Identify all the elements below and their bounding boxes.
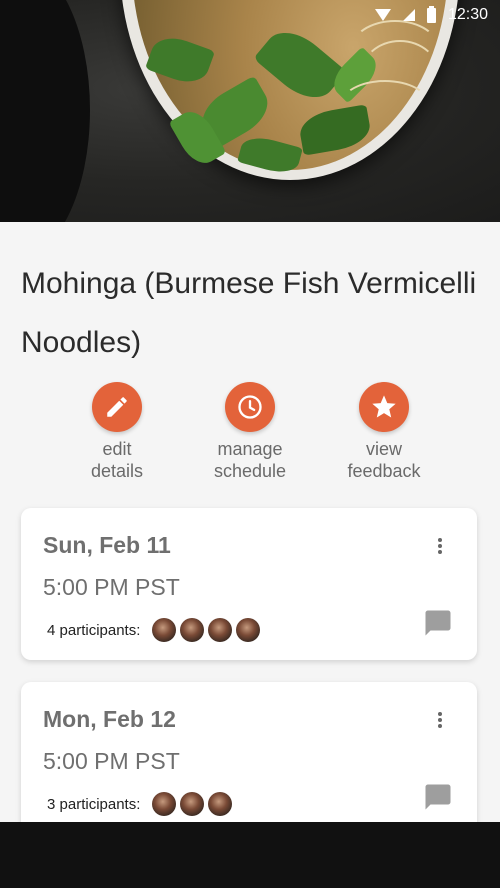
participant-avatars bbox=[152, 792, 233, 816]
hero-image bbox=[0, 0, 500, 222]
avatar bbox=[208, 618, 233, 642]
session-day: Mon, Feb 12 bbox=[43, 706, 176, 732]
action-label: edit details bbox=[90, 439, 144, 481]
recipe-title: Mohinga (Burmese Fish Vermicelli Noodles… bbox=[21, 267, 477, 359]
avatar bbox=[208, 792, 233, 816]
session-time: 5:00 PM PST bbox=[43, 748, 180, 774]
avatar bbox=[180, 618, 205, 642]
clock-icon bbox=[238, 395, 262, 419]
avatar bbox=[152, 618, 177, 642]
session-card[interactable]: Sun, Feb 11 5:00 PM PST 4 participants: bbox=[21, 508, 477, 660]
participant-avatars bbox=[152, 618, 261, 642]
star-icon bbox=[372, 395, 396, 418]
plate-edge bbox=[0, 0, 90, 222]
navigation-bar bbox=[0, 822, 500, 888]
session-time: 5:00 PM PST bbox=[43, 574, 180, 600]
comment-icon[interactable] bbox=[423, 608, 453, 638]
session-day: Sun, Feb 11 bbox=[43, 532, 171, 558]
battery-icon bbox=[426, 5, 436, 23]
participants-label: 4 participants: bbox=[47, 621, 141, 639]
action-label: manage schedule bbox=[213, 439, 287, 481]
pencil-icon bbox=[107, 397, 127, 417]
action-icon-circle bbox=[92, 382, 142, 432]
signal-icon bbox=[402, 9, 415, 21]
manage-schedule-button[interactable]: manage schedule bbox=[190, 382, 310, 482]
participants-row: 3 participants: bbox=[47, 792, 233, 816]
edit-details-button[interactable]: edit details bbox=[57, 382, 177, 482]
more-options-icon[interactable] bbox=[437, 712, 443, 730]
avatar bbox=[180, 792, 205, 816]
participants-label: 3 participants: bbox=[47, 795, 141, 813]
noodles bbox=[340, 80, 430, 130]
more-options-icon[interactable] bbox=[437, 538, 443, 556]
avatar bbox=[152, 792, 177, 816]
action-label: view feedback bbox=[347, 439, 421, 481]
action-icon-circle bbox=[359, 382, 409, 432]
action-icon-circle bbox=[225, 382, 275, 432]
comment-icon[interactable] bbox=[423, 782, 453, 812]
avatar bbox=[236, 618, 261, 642]
session-card[interactable]: Mon, Feb 12 5:00 PM PST 3 participants: bbox=[21, 682, 477, 834]
participants-row: 4 participants: bbox=[47, 618, 261, 642]
action-row: edit details manage schedule view feedba… bbox=[0, 382, 500, 492]
status-bar: 12:30 bbox=[0, 0, 500, 30]
wifi-icon bbox=[374, 9, 391, 21]
view-feedback-button[interactable]: view feedback bbox=[324, 382, 444, 482]
status-time: 12:30 bbox=[447, 6, 488, 23]
